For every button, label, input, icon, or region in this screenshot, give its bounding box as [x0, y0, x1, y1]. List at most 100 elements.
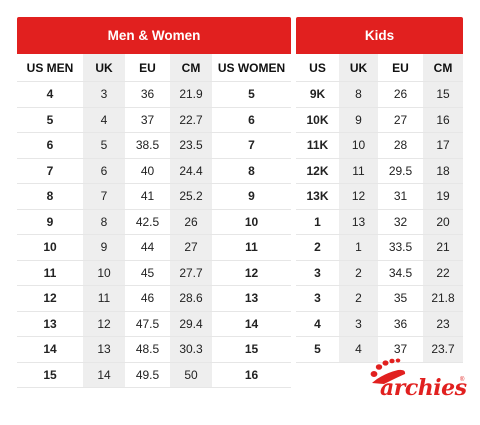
table-cell: 12: [339, 183, 378, 210]
table-cell: 8: [212, 158, 291, 184]
table-cell: 9: [212, 183, 291, 210]
table-cell: 27: [378, 107, 423, 133]
table-cell: 27.7: [170, 260, 212, 286]
table-cell: 14: [212, 311, 291, 337]
brand-name: archies: [380, 375, 467, 401]
table-cell: 10: [212, 209, 291, 235]
table-cell: 45: [125, 260, 170, 286]
kids-title: Kids: [296, 17, 463, 54]
table-cell: 3: [296, 285, 339, 312]
kids-table: US UK EU CM 9K 8 26 15 10K 9 27 16 11K 10 28 17 12K 1…: [296, 54, 463, 363]
table-cell: 22.7: [170, 107, 212, 133]
table-cell: 23.5: [170, 132, 212, 159]
table-cell: 6: [83, 158, 125, 184]
table-cell: 36: [378, 311, 423, 337]
table-row: 10 9 44 27 11: [17, 234, 291, 261]
table-cell: 5: [212, 81, 291, 108]
table-cell: 11: [17, 260, 83, 286]
table-cell: 40: [125, 158, 170, 184]
table-row: 13 12 47.5 29.4 14: [17, 311, 291, 337]
table-cell: 29.4: [170, 311, 212, 337]
table-row: 14 13 48.5 30.3 15: [17, 336, 291, 363]
table-cell: 48.5: [125, 336, 170, 363]
table-cell: 9K: [296, 81, 339, 108]
table-cell: 17: [423, 132, 463, 159]
table-cell: 5: [83, 132, 125, 159]
table-cell: 26: [378, 81, 423, 108]
table-cell: 5: [296, 336, 339, 363]
table-cell: 24.4: [170, 158, 212, 184]
table-cell: 10: [17, 234, 83, 261]
table-cell: 16: [423, 107, 463, 133]
table-cell: 21: [423, 234, 463, 261]
table-row: 13K 12 31 19: [296, 183, 463, 210]
table-cell: 13: [212, 285, 291, 312]
men-women-rows: 4 3 36 21.9 5 5 4 37 22.7 6 6 5 38.5 23.5 7 7 6 40 24.4 8 8 7…: [17, 81, 291, 388]
table-cell: 14: [83, 362, 125, 388]
table-cell: 8: [83, 209, 125, 235]
table-row: 4 3 36 21.9 5: [17, 81, 291, 108]
table-row: 11K 10 28 17: [296, 132, 463, 159]
table-cell: 1: [296, 209, 339, 235]
table-cell: 3: [83, 81, 125, 108]
table-cell: 2: [339, 260, 378, 286]
table-cell: 13K: [296, 183, 339, 210]
table-cell: 50: [170, 362, 212, 388]
table-cell: 32: [378, 209, 423, 235]
table-cell: 41: [125, 183, 170, 210]
table-cell: 14: [17, 336, 83, 363]
table-cell: 13: [339, 209, 378, 235]
table-cell: 13: [83, 336, 125, 363]
table-cell: 9: [339, 107, 378, 133]
col-header-us-men: US MEN: [17, 54, 83, 82]
table-cell: 4: [17, 81, 83, 108]
table-cell: 18: [423, 158, 463, 184]
table-cell: 28.6: [170, 285, 212, 312]
table-cell: 4: [296, 311, 339, 337]
table-cell: 10: [83, 260, 125, 286]
table-row: 5 4 37 22.7 6: [17, 107, 291, 133]
table-cell: 6: [17, 132, 83, 159]
col-header-uk: UK: [339, 54, 378, 82]
table-cell: 36: [125, 81, 170, 108]
table-cell: 2: [296, 234, 339, 261]
table-cell: 21.8: [423, 285, 463, 312]
table-cell: 12K: [296, 158, 339, 184]
table-cell: 29.5: [378, 158, 423, 184]
col-header-cm: CM: [423, 54, 463, 82]
table-cell: 12: [212, 260, 291, 286]
table-cell: 49.5: [125, 362, 170, 388]
table-cell: 38.5: [125, 132, 170, 159]
table-row: 7 6 40 24.4 8: [17, 158, 291, 184]
table-cell: 34.5: [378, 260, 423, 286]
table-cell: 26: [170, 209, 212, 235]
table-cell: 46: [125, 285, 170, 312]
table-cell: 19: [423, 183, 463, 210]
table-cell: 12: [83, 311, 125, 337]
table-cell: 11K: [296, 132, 339, 159]
table-row: 8 7 41 25.2 9: [17, 183, 291, 210]
table-cell: 7: [83, 183, 125, 210]
table-cell: 4: [83, 107, 125, 133]
table-cell: 30.3: [170, 336, 212, 363]
table-cell: 35: [378, 285, 423, 312]
table-row: 1 13 32 20: [296, 209, 463, 235]
table-cell: 15: [17, 362, 83, 388]
table-cell: 9: [83, 234, 125, 261]
table-row: 11 10 45 27.7 12: [17, 260, 291, 286]
archies-logo: archies ®: [368, 357, 468, 409]
table-cell: 12: [17, 285, 83, 312]
table-row: 12 11 46 28.6 13: [17, 285, 291, 312]
table-cell: 3: [339, 311, 378, 337]
table-cell: 2: [339, 285, 378, 312]
table-cell: 44: [125, 234, 170, 261]
table-cell: 11: [339, 158, 378, 184]
table-cell: 7: [17, 158, 83, 184]
table-cell: 8: [339, 81, 378, 108]
table-cell: 13: [17, 311, 83, 337]
table-row: 12K 11 29.5 18: [296, 158, 463, 184]
table-cell: 10K: [296, 107, 339, 133]
table-row: 4 3 36 23: [296, 311, 463, 337]
table-cell: 9: [17, 209, 83, 235]
table-row: 15 14 49.5 50 16: [17, 362, 291, 388]
